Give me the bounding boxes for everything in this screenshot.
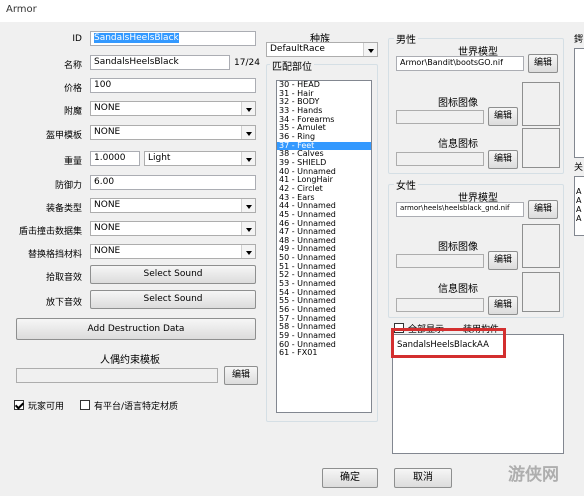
race-dropdown[interactable]: DefaultRace (266, 42, 378, 57)
ok-button[interactable]: 确定 (322, 468, 378, 488)
male-icon-edit-button[interactable]: 编辑 (488, 107, 518, 126)
female-group-label: 女性 (394, 177, 418, 192)
alt-block-label: 替换格挡材料 (27, 250, 82, 260)
right-partial-letter: A (576, 187, 582, 196)
male-message-icon-field[interactable] (396, 152, 484, 166)
playable-label: 玩家可用 (28, 402, 65, 412)
pickup-sound-label: 拾取音效 (45, 273, 82, 283)
title-bar: Armor (0, 0, 584, 22)
female-world-model-field[interactable]: armor\heels\heelsblack_gnd.nif (396, 202, 524, 217)
watermark: 游侠网 (508, 465, 559, 485)
armor-type-dropdown[interactable]: Light (144, 151, 256, 166)
playable-checkbox[interactable] (14, 400, 24, 410)
right-partial-letter: A (576, 214, 582, 223)
slot-item[interactable]: 61 - FX01 (277, 349, 371, 358)
armor-rating-field[interactable]: 6.00 (90, 175, 256, 190)
chevron-down-icon (241, 126, 255, 139)
chevron-down-icon (363, 43, 377, 56)
price-field[interactable]: 100 (90, 78, 256, 93)
male-group-label: 男性 (394, 31, 418, 46)
female-icon-label: 图标图像 (438, 242, 478, 253)
ragdoll-field[interactable] (16, 368, 218, 383)
male-world-model-edit-button[interactable]: 编辑 (528, 54, 558, 73)
id-field[interactable]: SandalsHeelsBlack (90, 31, 256, 46)
price-label: 价格 (63, 84, 82, 94)
ragdoll-edit-button[interactable]: 编辑 (224, 366, 258, 385)
female-message-icon-field[interactable] (396, 298, 484, 312)
body-slots-list[interactable]: 30 - HEAD 31 - Hair 32 - BODY 33 - Hands 34 … (276, 80, 372, 413)
chevron-down-icon (241, 222, 255, 235)
armor-rating-label: 防御力 (54, 181, 82, 191)
add-destruction-button[interactable]: Add Destruction Data (16, 318, 256, 340)
right-partial-list-2[interactable]: A A A A (574, 176, 584, 236)
right-partial-label: 关 (574, 163, 584, 173)
red-highlight-box (391, 328, 506, 358)
female-message-icon-preview (522, 272, 560, 312)
name-label: 名称 (63, 61, 82, 71)
right-partial-letter: A (576, 205, 582, 214)
armor-template-dropdown[interactable]: NONE (90, 125, 256, 140)
female-world-model-edit-button[interactable]: 编辑 (528, 200, 558, 219)
armor-dialog: Armor ID SandalsHeelsBlack 名称 SandalsHee… (0, 0, 584, 496)
id-label: ID (72, 34, 82, 44)
equip-type-label: 装备类型 (45, 204, 82, 214)
putdown-sound-button[interactable]: Select Sound (90, 290, 256, 309)
putdown-sound-label: 放下音效 (45, 298, 82, 308)
window-title: Armor (6, 4, 37, 15)
block-impact-dropdown[interactable]: NONE (90, 221, 256, 236)
male-message-icon-edit-button[interactable]: 编辑 (488, 150, 518, 169)
male-world-model-field[interactable]: Armor\Bandit\bootsGO.nif (396, 56, 524, 71)
female-icon-field[interactable] (396, 254, 484, 268)
cancel-button[interactable]: 取消 (394, 468, 452, 488)
male-message-icon-label: 信息图标 (438, 139, 478, 150)
right-partial-header: 鍔 (574, 35, 584, 45)
weight-label: 重量 (63, 157, 82, 167)
pickup-sound-button[interactable]: Select Sound (90, 265, 256, 284)
enchant-label: 附魔 (63, 107, 82, 117)
male-icon-field[interactable] (396, 110, 484, 124)
chevron-down-icon (241, 199, 255, 212)
ragdoll-label: 人偶约束模板 (100, 355, 160, 366)
right-partial-letter: A (576, 196, 582, 205)
female-icon-edit-button[interactable]: 编辑 (488, 251, 518, 270)
right-partial-panel: 鍔 关 A A A A (570, 24, 584, 494)
equip-type-dropdown[interactable]: NONE (90, 198, 256, 213)
block-impact-label: 盾击撞击数据集 (18, 227, 82, 237)
chevron-down-icon (241, 102, 255, 115)
name-char-count: 17/24 (234, 58, 260, 68)
chevron-down-icon (241, 245, 255, 258)
right-partial-list[interactable] (574, 48, 584, 158)
female-message-icon-label: 信息图标 (438, 284, 478, 295)
female-message-icon-edit-button[interactable]: 编辑 (488, 296, 518, 315)
alt-block-dropdown[interactable]: NONE (90, 244, 256, 259)
enchant-dropdown[interactable]: NONE (90, 101, 256, 116)
platform-material-checkbox[interactable] (80, 400, 90, 410)
armor-template-label: 盔甲模板 (45, 131, 82, 141)
male-message-icon-preview (522, 128, 560, 168)
chevron-down-icon (241, 152, 255, 165)
female-icon-preview (522, 224, 560, 268)
male-icon-preview (522, 82, 560, 126)
name-field[interactable]: SandalsHeelsBlack (90, 55, 230, 70)
weight-field[interactable]: 1.0000 (90, 151, 140, 166)
male-icon-label: 图标图像 (438, 98, 478, 109)
platform-material-label: 有平台/语言特定材质 (94, 402, 179, 412)
slots-group-label: 匹配部位 (270, 58, 314, 73)
